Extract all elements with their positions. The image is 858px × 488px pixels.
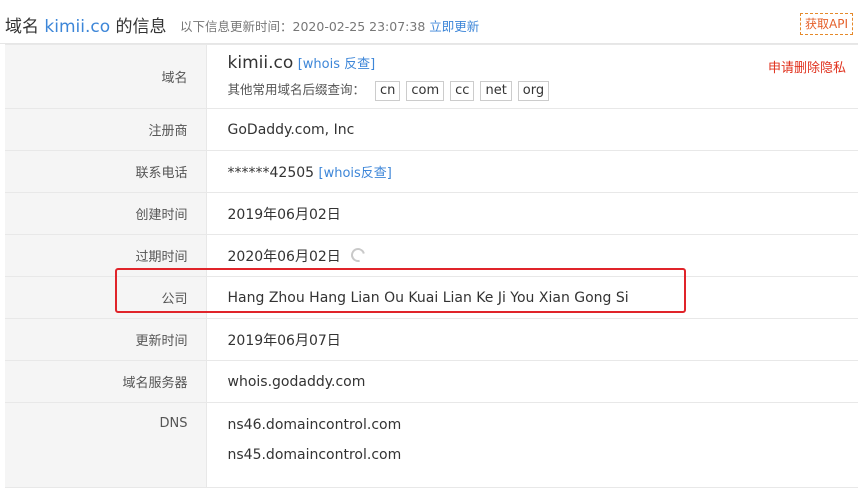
suffix-button-com[interactable]: com (406, 81, 444, 101)
table-row-company: 公司 Hang Zhou Hang Lian Ou Kuai Lian Ke J… (5, 277, 858, 319)
row-label: 公司 (5, 277, 206, 319)
dns-server: ns46.domaincontrol.com (228, 415, 858, 435)
updated-value: 2019年06月07日 (206, 319, 858, 361)
company-value: Hang Zhou Hang Lian Ou Kuai Lian Ke Ji Y… (206, 277, 858, 319)
row-label: 创建时间 (5, 193, 206, 235)
suffix-button-cn[interactable]: cn (375, 81, 400, 101)
suffix-label: 其他常用域名后缀查询： (228, 82, 366, 97)
update-info: 以下信息更新时间：2020-02-25 23:07:38 立即更新 (180, 16, 479, 35)
row-value: ******42505 [whois反查] (206, 151, 858, 193)
title-domain-link[interactable]: kimii.co (44, 17, 110, 37)
whois-reverse-link[interactable]: [whois 反查] (298, 57, 376, 72)
update-time: 2020-02-25 23:07:38 (293, 19, 426, 34)
dns-server: ns45.domaincontrol.com (228, 445, 858, 465)
table-row-registrar: 注册商 GoDaddy.com, Inc (5, 109, 858, 151)
refresh-now-link[interactable]: 立即更新 (429, 19, 479, 34)
table-row-dns: DNS ns46.domaincontrol.com ns45.domainco… (5, 403, 858, 488)
registrar-value: GoDaddy.com, Inc (206, 109, 858, 151)
row-label: DNS (5, 403, 206, 488)
get-api-button[interactable]: 获取API (800, 13, 853, 35)
whois-server-value: whois.godaddy.com (206, 361, 858, 403)
remove-privacy-link[interactable]: 申请删除隐私 (768, 57, 846, 76)
suffix-button-org[interactable]: org (518, 81, 549, 101)
suffix-button-cc[interactable]: cc (450, 81, 474, 101)
whois-info-table: 域名 kimii.co [whois 反查] 其他常用域名后缀查询： cncom… (5, 44, 858, 488)
row-value: 2020年06月02日 (206, 235, 858, 277)
table-row-phone: 联系电话 ******42505 [whois反查] (5, 151, 858, 193)
row-label: 更新时间 (5, 319, 206, 361)
table-row-updated: 更新时间 2019年06月07日 (5, 319, 858, 361)
table-row-whois-server: 域名服务器 whois.godaddy.com (5, 361, 858, 403)
row-label: 域名 (5, 45, 206, 109)
table-row-expires: 过期时间 2020年06月02日 (5, 235, 858, 277)
table-row-created: 创建时间 2019年06月02日 (5, 193, 858, 235)
update-label: 以下信息更新时间： (180, 19, 293, 34)
refresh-icon[interactable] (349, 245, 368, 264)
row-label: 注册商 (5, 109, 206, 151)
suffix-query: 其他常用域名后缀查询： cncomccnetorg (228, 79, 858, 101)
row-label: 联系电话 (5, 151, 206, 193)
page-header: 域名 kimii.co 的信息 以下信息更新时间：2020-02-25 23:0… (0, 0, 858, 44)
phone-value: ******42505 (228, 165, 315, 181)
created-value: 2019年06月02日 (206, 193, 858, 235)
page-title: 域名 kimii.co 的信息 (5, 12, 167, 37)
table-row-domain: 域名 kimii.co [whois 反查] 其他常用域名后缀查询： cncom… (5, 45, 858, 109)
row-value: kimii.co [whois 反查] 其他常用域名后缀查询： cncomccn… (206, 45, 858, 109)
expires-value: 2020年06月02日 (228, 249, 341, 265)
title-prefix: 域名 (5, 17, 39, 37)
row-value: ns46.domaincontrol.com ns45.domaincontro… (206, 403, 858, 488)
title-suffix: 的信息 (116, 17, 167, 37)
domain-name: kimii.co (228, 53, 294, 73)
suffix-button-net[interactable]: net (480, 81, 511, 101)
phone-whois-reverse-link[interactable]: [whois反查] (319, 166, 392, 181)
row-label: 过期时间 (5, 235, 206, 277)
row-label: 域名服务器 (5, 361, 206, 403)
